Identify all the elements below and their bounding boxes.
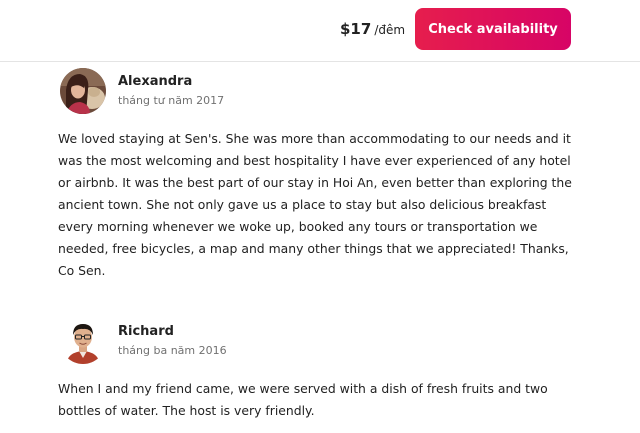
price-amount: $17 (340, 20, 372, 38)
review-text: When I and my friend came, we were serve… (58, 381, 548, 418)
reviewer-photo (60, 68, 106, 114)
reviewer-avatar[interactable] (60, 318, 106, 364)
review-text: We loved staying at Sen's. She was more … (58, 131, 572, 278)
price-unit: /đêm (374, 23, 406, 37)
reviewer-name[interactable]: Richard (118, 324, 174, 339)
reviewer-name[interactable]: Alexandra (118, 74, 192, 89)
booking-bar: $17/đêm Check availability (0, 0, 640, 62)
review-date: tháng tư năm 2017 (118, 94, 225, 107)
listing-reviews-page: $17/đêm Check availability Alexandra thá… (0, 0, 640, 433)
reviewer-photo (60, 318, 106, 364)
nightly-price: $17/đêm (340, 19, 405, 38)
review-date: tháng ba năm 2016 (118, 344, 227, 357)
reviewer-avatar[interactable] (60, 68, 106, 114)
check-availability-button[interactable]: Check availability (415, 8, 571, 50)
